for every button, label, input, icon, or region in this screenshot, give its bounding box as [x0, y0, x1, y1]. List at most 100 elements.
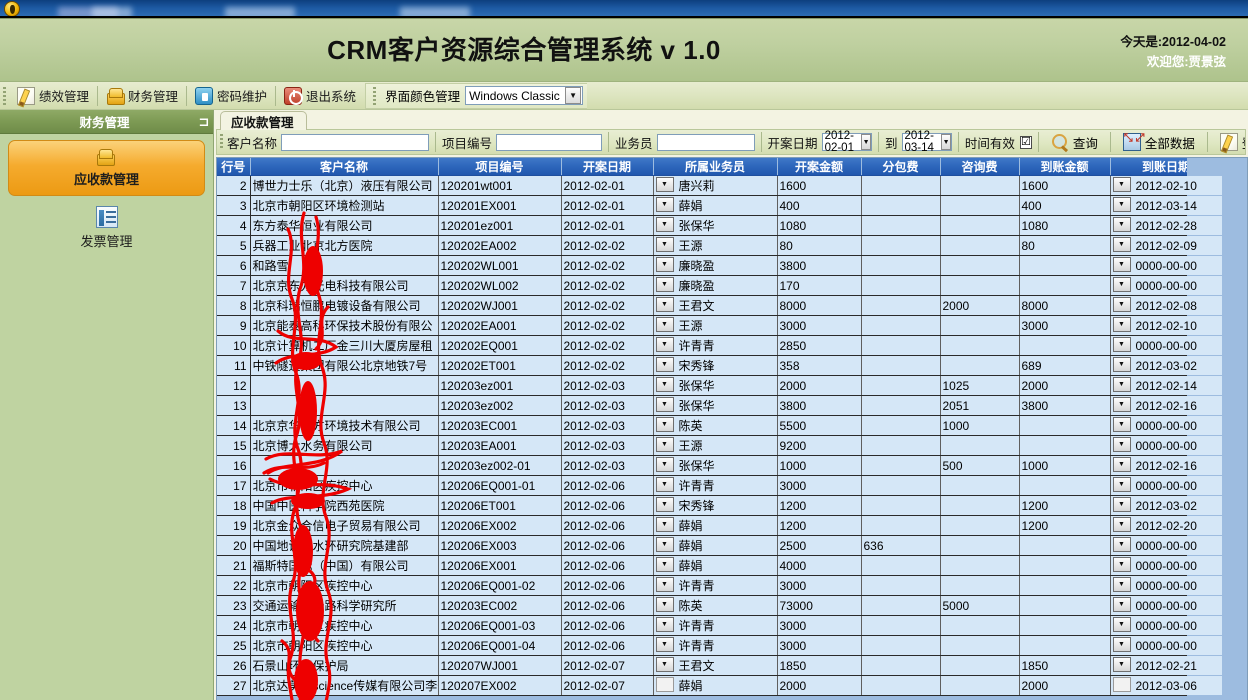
- salesperson-cell[interactable]: ▼ 许青青: [653, 335, 778, 356]
- customer-cell[interactable]: 北京能泰高科环保技术股份有限公: [250, 315, 439, 336]
- row-number-cell[interactable]: 9: [217, 315, 251, 336]
- chevron-down-icon[interactable]: ▼: [1112, 477, 1131, 492]
- salesperson-cell[interactable]: ▼ 许青青: [653, 475, 778, 496]
- sub-fee-cell[interactable]: [861, 675, 941, 696]
- customer-cell[interactable]: 北京科瑞恒鹏电镀设备有限公司: [250, 295, 439, 316]
- table-row[interactable]: 11 中铁隧道集团有限公北京地铁7号 120202ET001 2012-02-02 ▼ 宋…: [217, 355, 1223, 376]
- sub-fee-cell[interactable]: [861, 315, 941, 336]
- salesperson-cell[interactable]: ▼ 王源: [653, 235, 778, 256]
- received-cell[interactable]: [1019, 575, 1111, 596]
- consult-fee-cell[interactable]: [940, 575, 1020, 596]
- customer-cell[interactable]: 北京市朝阳区疾控中心: [250, 475, 439, 496]
- chevron-down-icon[interactable]: ▼: [655, 577, 674, 592]
- chevron-down-icon[interactable]: ▼: [655, 357, 674, 372]
- sub-fee-cell[interactable]: 636: [861, 535, 941, 556]
- chevron-down-icon[interactable]: ▼: [655, 457, 674, 472]
- column-header[interactable]: 到账金额: [1019, 158, 1111, 176]
- sub-fee-cell[interactable]: [861, 295, 941, 316]
- open-date-cell[interactable]: 2012-02-02: [561, 295, 654, 316]
- chevron-down-icon[interactable]: ▼: [655, 537, 674, 552]
- sub-fee-cell[interactable]: [861, 615, 941, 636]
- table-row[interactable]: 25 北京市朝阳区疾控中心 120206EQ001-04 2012-02-06 ▼ 许青青…: [217, 635, 1223, 656]
- open-amount-cell[interactable]: 2850: [777, 335, 862, 356]
- column-header[interactable]: 分包费: [861, 158, 941, 176]
- row-number-cell[interactable]: 3: [217, 195, 251, 216]
- row-number-cell[interactable]: 16: [217, 455, 251, 476]
- row-number-cell[interactable]: 2: [217, 175, 251, 196]
- toolbar-button-finance[interactable]: 财务管理: [99, 84, 185, 108]
- received-cell[interactable]: [1019, 255, 1111, 276]
- table-row[interactable]: 4 东方泰华恒业有限公司 120201ez001 2012-02-01 ▼ 张保华 1080…: [217, 215, 1223, 236]
- open-date-cell[interactable]: 2012-02-06: [561, 595, 654, 616]
- toolbar-button-performance[interactable]: 绩效管理: [10, 84, 96, 108]
- time-valid-checkbox[interactable]: ☑: [1019, 135, 1032, 149]
- chevron-down-icon[interactable]: ▼: [1112, 617, 1131, 632]
- row-number-cell[interactable]: 7: [217, 275, 251, 296]
- table-row[interactable]: 12 120203ez001 2012-02-03 ▼ 张保华 2000 1025 2000 ▼…: [217, 375, 1223, 396]
- received-cell[interactable]: 3000: [1019, 315, 1111, 336]
- salesperson-cell[interactable]: ▼ 薛娟: [653, 195, 778, 216]
- chevron-down-icon[interactable]: ▼: [1112, 597, 1131, 612]
- open-date-cell[interactable]: 2012-02-07: [561, 655, 654, 676]
- received-cell[interactable]: 2000: [1019, 675, 1111, 696]
- consult-fee-cell[interactable]: [940, 235, 1020, 256]
- open-date-cell[interactable]: 2012-02-06: [561, 515, 654, 536]
- open-date-cell[interactable]: 2012-02-07: [561, 675, 654, 696]
- chevron-down-icon[interactable]: ▼: [1112, 437, 1131, 452]
- tray-app-icon[interactable]: [4, 1, 20, 17]
- open-amount-cell[interactable]: 400: [777, 195, 862, 216]
- open-date-cell[interactable]: 2012-02-02: [561, 275, 654, 296]
- sub-fee-cell[interactable]: [861, 255, 941, 276]
- received-date-cell[interactable]: ▼ 2012-02-09: [1110, 235, 1223, 256]
- open-date-cell[interactable]: 2012-02-02: [561, 255, 654, 276]
- sidebar-item-invoices[interactable]: 发票管理: [8, 206, 205, 250]
- sub-fee-cell[interactable]: [861, 235, 941, 256]
- open-amount-cell[interactable]: 73000: [777, 595, 862, 616]
- sub-fee-cell[interactable]: [861, 475, 941, 496]
- column-header[interactable]: 开案日期: [561, 158, 654, 176]
- consult-fee-cell[interactable]: [940, 555, 1020, 576]
- project-cell[interactable]: 120201EX001: [438, 195, 562, 216]
- open-date-cell[interactable]: 2012-02-03: [561, 395, 654, 416]
- salesperson-cell[interactable]: ▼ 薛娟: [653, 555, 778, 576]
- chevron-down-icon[interactable]: ▼: [655, 397, 674, 412]
- sub-fee-cell[interactable]: [861, 275, 941, 296]
- chevron-down-icon[interactable]: ▼: [941, 134, 951, 150]
- open-date-cell[interactable]: 2012-02-06: [561, 615, 654, 636]
- received-cell[interactable]: 2000: [1019, 375, 1111, 396]
- salesperson-cell[interactable]: ▼ 唐兴莉: [653, 175, 778, 196]
- received-cell[interactable]: 1200: [1019, 495, 1111, 516]
- customer-cell[interactable]: 北京达美广science传媒有限公司李菁刷: [250, 675, 439, 696]
- chevron-down-icon[interactable]: ▼: [1112, 417, 1131, 432]
- received-cell[interactable]: [1019, 635, 1111, 656]
- table-row[interactable]: 6 和路雪 120202WL001 2012-02-02 ▼ 廉晓盈 3800 ▼ 0000-0…: [217, 255, 1223, 276]
- chevron-down-icon[interactable]: [1112, 677, 1131, 692]
- customer-cell[interactable]: 北京金众合信电子贸易有限公司: [250, 515, 439, 536]
- received-cell[interactable]: [1019, 335, 1111, 356]
- sub-fee-cell[interactable]: [861, 575, 941, 596]
- table-row[interactable]: 18 中国中医科学院西苑医院 120206ET001 2012-02-06 ▼ 宋秀锋 12…: [217, 495, 1223, 516]
- received-date-cell[interactable]: ▼ 2012-03-02: [1110, 495, 1223, 516]
- project-cell[interactable]: 120202WJ001: [438, 295, 562, 316]
- table-row[interactable]: 15 北京博大水务有限公司 120203EA001 2012-02-03 ▼ 王源 9200…: [217, 435, 1223, 456]
- project-cell[interactable]: 120202EQ001: [438, 335, 562, 356]
- chevron-down-icon[interactable]: ▼: [1112, 657, 1131, 672]
- open-date-cell[interactable]: 2012-02-03: [561, 455, 654, 476]
- column-header[interactable]: 项目编号: [438, 158, 562, 176]
- customer-cell[interactable]: 北京市朝阳区环境检测站: [250, 195, 439, 216]
- open-amount-cell[interactable]: 3000: [777, 475, 862, 496]
- salesperson-cell[interactable]: ▼ 陈英: [653, 415, 778, 436]
- received-date-cell[interactable]: ▼ 2012-02-20: [1110, 515, 1223, 536]
- salesperson-cell[interactable]: ▼ 薛娟: [653, 535, 778, 556]
- received-date-cell[interactable]: ▼ 2012-02-10: [1110, 175, 1223, 196]
- consult-fee-cell[interactable]: 2051: [940, 395, 1020, 416]
- open-amount-cell[interactable]: 80: [777, 235, 862, 256]
- salesperson-cell[interactable]: ▼ 许青青: [653, 635, 778, 656]
- project-cell[interactable]: 120206EX002: [438, 515, 562, 536]
- sub-fee-cell[interactable]: [861, 495, 941, 516]
- open-date-cell[interactable]: 2012-02-06: [561, 475, 654, 496]
- skin-select[interactable]: Windows Classic ▼: [465, 86, 584, 105]
- sub-fee-cell[interactable]: [861, 555, 941, 576]
- received-date-cell[interactable]: ▼ 2012-02-16: [1110, 395, 1223, 416]
- salesperson-cell[interactable]: ▼ 薛娟: [653, 515, 778, 536]
